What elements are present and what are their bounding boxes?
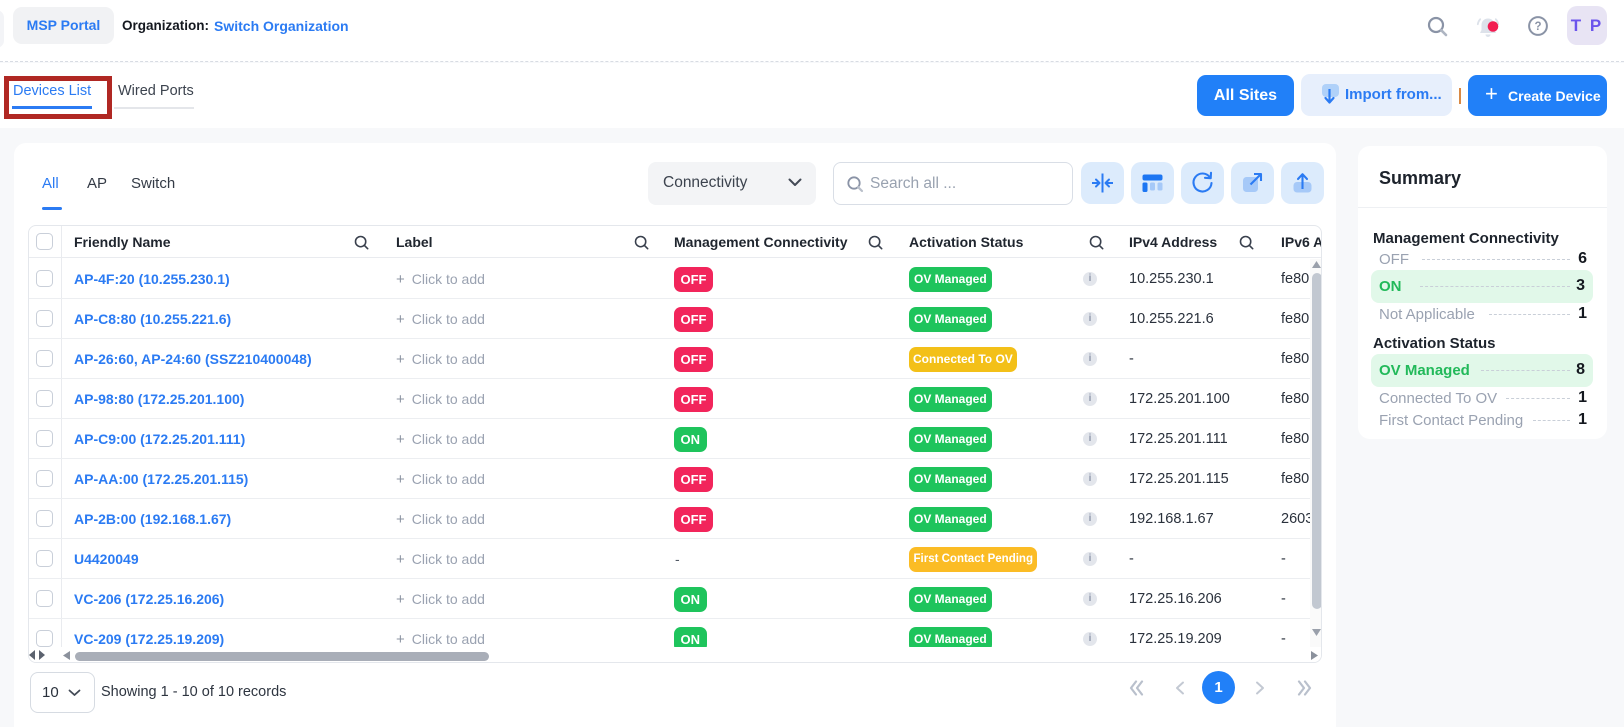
svg-text:?: ? (1534, 21, 1541, 33)
